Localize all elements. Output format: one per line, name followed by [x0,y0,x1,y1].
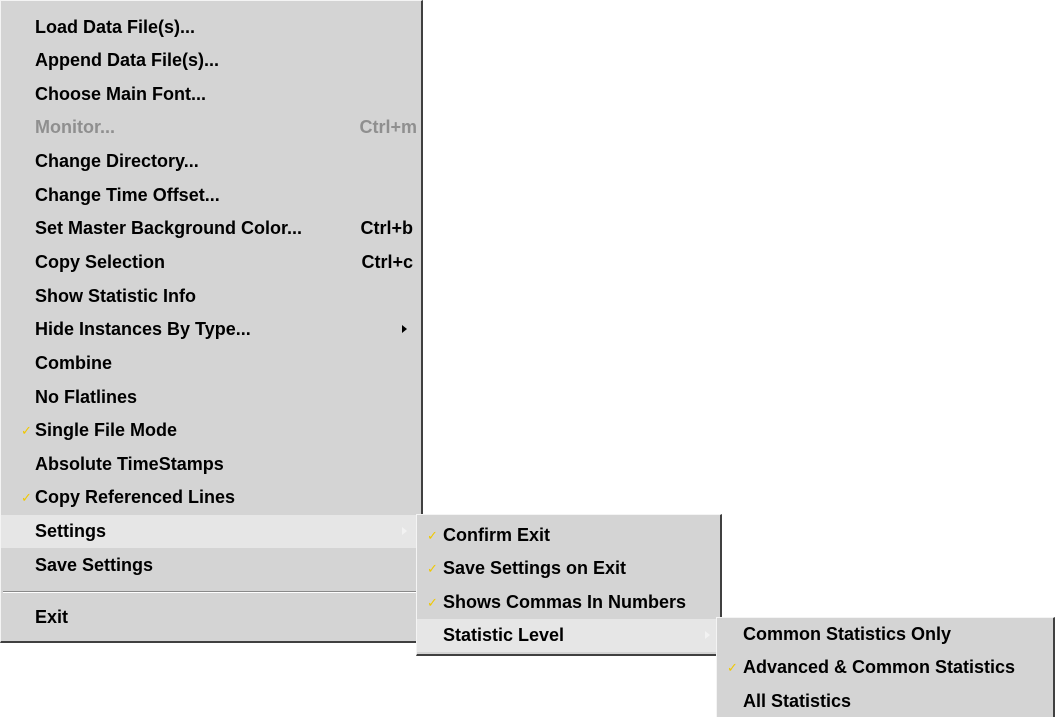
menu-item-label: Load Data File(s)... [35,17,196,37]
menu-item-label: Copy Selection [35,252,166,272]
menu-item-label: Advanced & Common Statistics [743,657,1016,677]
menu-item-label: Single File Mode [35,420,178,440]
menu-item-hide-instances-by-type[interactable]: Hide Instances By Type... [1,313,421,346]
menu-item-label: Shows Commas In Numbers [443,592,687,612]
menu-item-copy-selection[interactable]: Copy Selection Ctrl+c [1,246,421,279]
menu-item-common-statistics-only[interactable]: Common Statistics Only [717,618,1053,651]
menu-item-label: Set Master Background Color... [35,218,303,238]
menu-item-advanced-common-statistics[interactable]: ✓ Advanced & Common Statistics [717,651,1053,684]
menu-item-save-settings-on-exit[interactable]: ✓ Save Settings on Exit [417,552,720,585]
menu-item-confirm-exit[interactable]: ✓ Confirm Exit [417,519,720,552]
check-icon: ✓ [427,561,438,576]
menu-item-label: Settings [35,521,107,541]
menu-item-label: Hide Instances By Type... [35,319,251,339]
menu-item-shortcut: Ctrl+m [359,117,417,137]
menu-item-shortcut: Ctrl+b [360,218,413,238]
check-icon: ✓ [21,490,32,505]
menu-item-change-time-offset[interactable]: Change Time Offset... [1,179,421,212]
menu-item-choose-main-font[interactable]: Choose Main Font... [1,78,421,111]
menu-item-append-data-files[interactable]: Append Data File(s)... [1,44,421,77]
submenu-arrow-icon [402,527,407,535]
menu-item-label: Change Time Offset... [35,185,220,205]
menu-item-show-statistic-info[interactable]: Show Statistic Info [1,280,421,313]
menu-item-statistic-level[interactable]: Statistic Level [417,619,720,652]
menu-item-label: Append Data File(s)... [35,50,220,70]
menu-item-label: Common Statistics Only [743,624,952,644]
menu-item-label: Absolute TimeStamps [35,454,224,474]
menu-item-label: All Statistics [743,691,852,711]
main-menu: Load Data File(s)... Append Data File(s)… [0,0,423,643]
menu-item-label: Change Directory... [35,151,199,171]
menu-item-combine[interactable]: Combine [1,347,421,380]
menu-item-load-data-files[interactable]: Load Data File(s)... [1,11,421,44]
menu-item-monitor: Monitor... Ctrl+m [1,111,421,144]
menu-item-label: Show Statistic Info [35,286,197,306]
submenu-arrow-icon [705,631,710,639]
menu-item-label: Confirm Exit [443,525,551,545]
menu-item-shortcut: Ctrl+c [361,252,413,272]
menu-item-label: Exit [35,607,69,627]
menu-item-exit[interactable]: Exit [1,601,421,634]
menu-item-label: Combine [35,353,113,373]
menu-item-save-settings[interactable]: Save Settings [1,549,421,582]
menu-item-label: No Flatlines [35,387,138,407]
menu-item-single-file-mode[interactable]: ✓ Single File Mode [1,414,421,447]
settings-submenu: ✓ Confirm Exit ✓ Save Settings on Exit ✓… [416,514,722,656]
statistic-level-submenu: Common Statistics Only ✓ Advanced & Comm… [716,617,1055,717]
check-icon: ✓ [727,660,738,675]
menu-item-shows-commas-in-numbers[interactable]: ✓ Shows Commas In Numbers [417,586,720,619]
menu-item-label: Monitor... [35,117,115,137]
menu-item-set-master-background-color[interactable]: Set Master Background Color... Ctrl+b [1,212,421,245]
menu-item-no-flatlines[interactable]: No Flatlines [1,381,421,414]
menu-item-label: Statistic Level [443,625,565,645]
check-icon: ✓ [427,528,438,543]
menu-item-all-statistics[interactable]: All Statistics [717,685,1053,718]
menu-item-label: Copy Referenced Lines [35,487,236,507]
submenu-arrow-icon [402,325,407,333]
check-icon: ✓ [21,423,32,438]
menu-item-label: Choose Main Font... [35,84,206,104]
menu-item-copy-referenced-lines[interactable]: ✓ Copy Referenced Lines [1,481,421,514]
check-icon: ✓ [427,595,438,610]
menu-item-settings[interactable]: Settings [1,515,421,548]
menu-separator [3,591,419,593]
menu-item-label: Save Settings [35,555,154,575]
menu-item-absolute-timestamps[interactable]: Absolute TimeStamps [1,448,421,481]
menu-item-label: Save Settings on Exit [443,558,627,578]
menu-item-change-directory[interactable]: Change Directory... [1,145,421,178]
